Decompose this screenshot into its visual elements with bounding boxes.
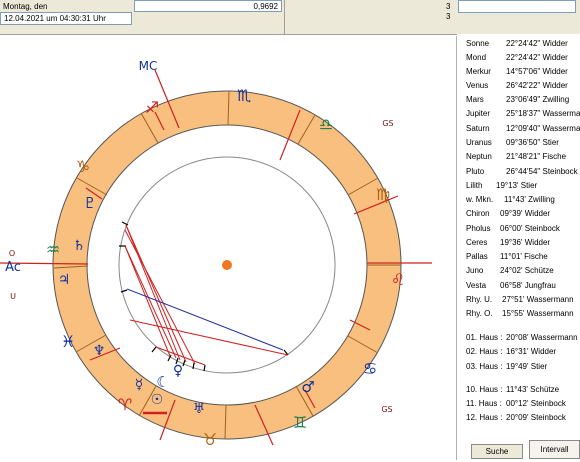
top-bar: Montag, den 12.04.2021 um 04:30:31 Uhr 0… [0, 0, 580, 35]
day-label: Montag, den [3, 2, 48, 11]
count-2: 3 [446, 12, 451, 21]
sun-icon: ☉ [151, 392, 164, 408]
value-field[interactable]: 0,9692 [134, 0, 282, 12]
search-button[interactable]: Suche [471, 444, 523, 459]
ac-label: Ac [5, 260, 21, 275]
capricorn-icon: ♑ [76, 157, 90, 176]
taurus-icon: ♉ [203, 430, 217, 449]
saturn-icon: ♄ [73, 238, 86, 254]
moon-icon: ☾ [156, 373, 169, 391]
positions-panel: Sonne 22°24'42" Widder Mond 22°24'42" Widd… [457, 34, 580, 460]
neptune-icon: ♆ [93, 343, 106, 359]
aries-icon: ♈ [118, 395, 132, 414]
cancer-icon: ♋ [363, 359, 377, 378]
gemini-icon: ♊ [293, 413, 307, 432]
o-label: O [9, 249, 15, 258]
horoscope-chart: ♐ ♏ ♎ ♍ ♌ ♋ ♊ ♉ ♈ ♓ ♒ ♑ ♇ ♄ ♃ ♆ ☿ ☾ ♀ ☉ … [0, 59, 432, 449]
mars-icon: ♂ [301, 378, 314, 396]
venus-icon: ♀ [173, 363, 183, 379]
aquarius-icon: ♒ [46, 240, 60, 259]
pisces-icon: ♓ [61, 332, 75, 351]
gs-label-top: GS [382, 119, 393, 128]
interval-button[interactable]: Intervall [529, 440, 580, 459]
pluto-icon: ♇ [83, 194, 96, 212]
chart-area: ♐ ♏ ♎ ♍ ♌ ♋ ♊ ♉ ♈ ♓ ♒ ♑ ♇ ♄ ♃ ♆ ☿ ☾ ♀ ☉ … [0, 36, 457, 460]
sagittarius-icon: ♐ [145, 98, 159, 117]
libra-icon: ♎ [319, 115, 333, 134]
scorpio-icon: ♏ [237, 86, 251, 105]
jupiter-icon: ♃ [58, 272, 71, 288]
uranus-icon: ♅ [193, 401, 206, 417]
mc-label: MC [139, 59, 158, 73]
header-divider [284, 0, 285, 34]
u-label: U [10, 292, 16, 301]
center-dot [222, 260, 232, 270]
virgo-icon: ♍ [376, 185, 390, 204]
gs-label-bottom: GS [381, 405, 392, 414]
mercury-icon: ☿ [135, 377, 144, 393]
search-input[interactable] [458, 0, 576, 13]
leo-icon: ♌ [391, 270, 405, 289]
datetime-field[interactable]: 12.04.2021 um 04:30:31 Uhr [0, 12, 132, 25]
